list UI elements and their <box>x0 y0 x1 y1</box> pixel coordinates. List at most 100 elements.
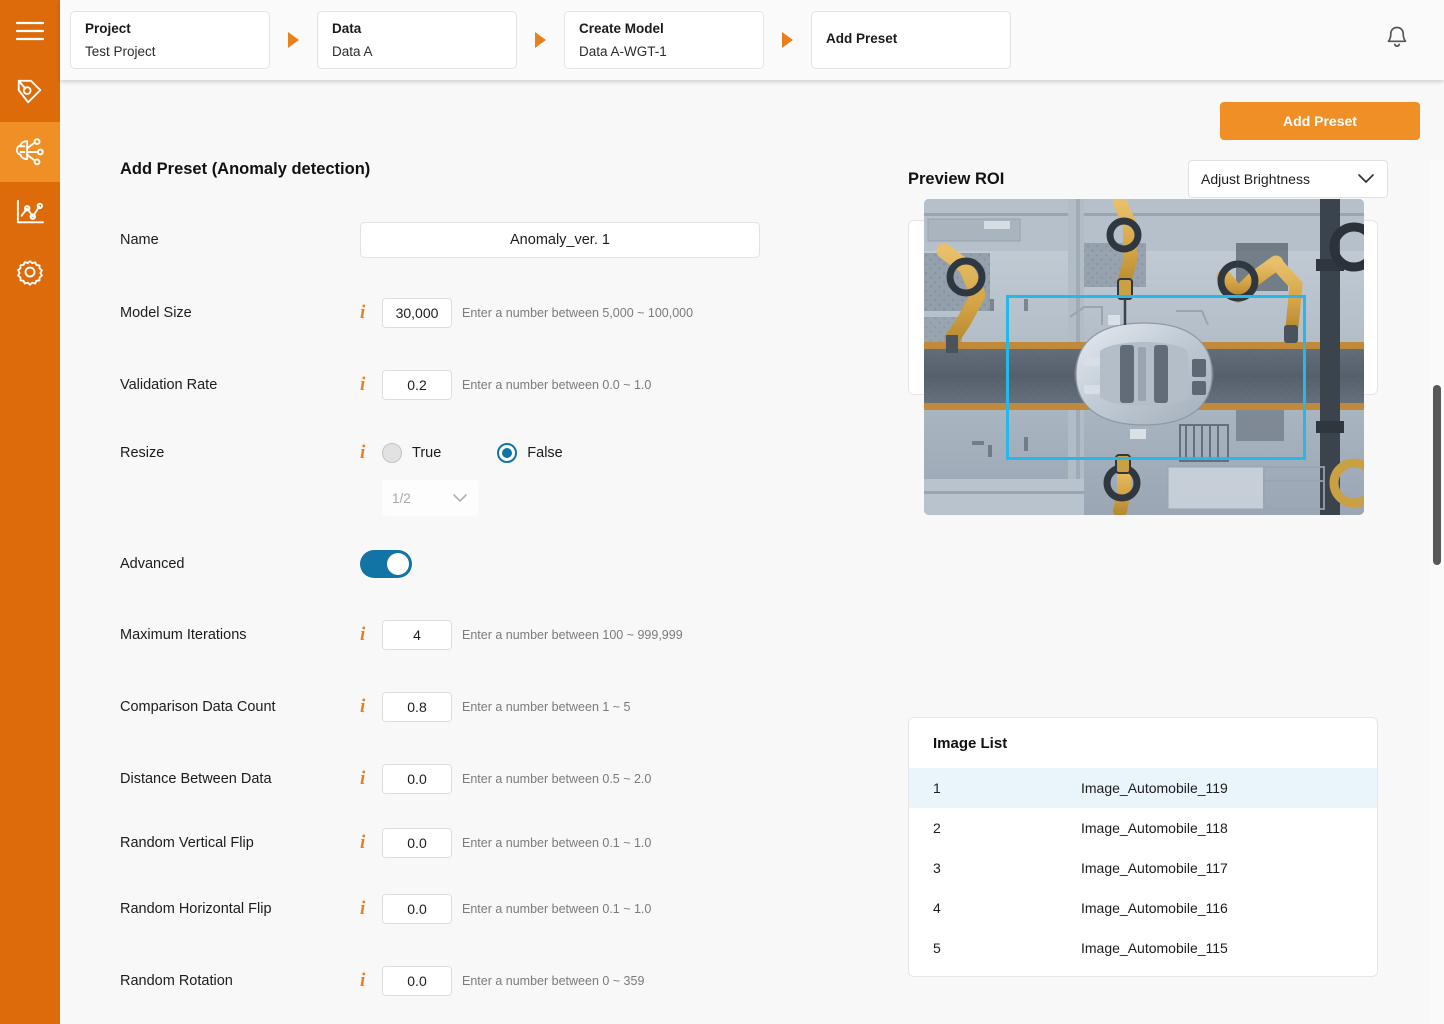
breadcrumb-arrow-icon <box>535 32 546 48</box>
field-hint-model-size: Enter a number between 5,000 ~ 100,000 <box>462 306 694 320</box>
info-icon[interactable]: i <box>360 624 382 646</box>
field-label-random-horizontal-flip: Random Horizontal Flip <box>120 901 272 917</box>
adjust-brightness-select[interactable]: Adjust Brightness <box>1188 160 1388 198</box>
image-index: 2 <box>933 820 941 836</box>
info-icon[interactable]: i <box>360 696 382 718</box>
image-name: Image_Automobile_119 <box>1081 780 1228 796</box>
breadcrumb-title: Create Model <box>579 20 664 36</box>
sidebar-item-model[interactable] <box>0 122 60 182</box>
field-row-maximum-iterations: Maximum Iterations i Enter a number betw… <box>120 620 910 650</box>
image-index: 3 <box>933 860 941 876</box>
list-item[interactable]: 5 Image_Automobile_115 <box>909 928 1377 968</box>
resize-radio-true[interactable]: True <box>382 443 441 463</box>
chevron-down-icon <box>452 491 468 506</box>
chevron-down-icon <box>1357 171 1375 187</box>
field-label-random-vertical-flip: Random Vertical Flip <box>120 835 254 851</box>
sidebar <box>0 0 60 1024</box>
info-icon[interactable]: i <box>360 302 382 324</box>
roi-selection-rectangle[interactable] <box>1006 295 1306 460</box>
list-item[interactable]: 1 Image_Automobile_119 <box>909 768 1377 808</box>
top-header: Project Test Project Data Data A Create … <box>60 0 1444 80</box>
radio-indicator <box>382 443 402 463</box>
image-name: Image_Automobile_117 <box>1081 860 1228 876</box>
image-name: Image_Automobile_116 <box>1081 900 1228 916</box>
field-label-comparison-data-count: Comparison Data Count <box>120 699 276 715</box>
field-row-distance-between-data: Distance Between Data i Enter a number b… <box>120 764 910 794</box>
resize-radio-false[interactable]: False <box>497 443 563 463</box>
list-item[interactable]: 2 Image_Automobile_118 <box>909 808 1377 848</box>
maximum-iterations-input[interactable] <box>382 620 452 650</box>
notification-button[interactable] <box>1380 23 1414 57</box>
notification-bell-icon <box>1385 25 1409 56</box>
page-scrollbar-thumb[interactable] <box>1433 385 1441 565</box>
info-icon[interactable]: i <box>360 768 382 790</box>
ai-brain-icon <box>14 137 46 167</box>
breadcrumb-item-project[interactable]: Project Test Project <box>70 11 270 69</box>
page-scrollbar-track[interactable] <box>1430 160 1444 1024</box>
distance-between-data-input[interactable] <box>382 764 452 794</box>
line-chart-icon <box>15 198 45 226</box>
field-hint-maximum-iterations: Enter a number between 100 ~ 999,999 <box>462 628 683 642</box>
validation-rate-input[interactable] <box>382 370 452 400</box>
breadcrumb-item-add-preset[interactable]: Add Preset <box>811 11 1011 69</box>
info-icon[interactable]: i <box>360 374 382 396</box>
image-index: 1 <box>933 780 941 796</box>
resize-radio-group: True False <box>382 443 563 463</box>
field-row-random-vertical-flip: Random Vertical Flip i Enter a number be… <box>120 828 910 858</box>
field-row-model-size: Model Size i Enter a number between 5,00… <box>120 298 910 328</box>
field-label-maximum-iterations: Maximum Iterations <box>120 627 247 643</box>
random-vertical-flip-input[interactable] <box>382 828 452 858</box>
resize-ratio-value: 1/2 <box>392 490 411 506</box>
image-index: 4 <box>933 900 941 916</box>
advanced-toggle[interactable] <box>360 550 412 578</box>
field-label-validation-rate: Validation Rate <box>120 377 218 393</box>
info-icon[interactable]: i <box>360 970 382 992</box>
add-preset-button[interactable]: Add Preset <box>1220 102 1420 140</box>
field-row-name: Name <box>120 222 910 258</box>
breadcrumb-item-create-model[interactable]: Create Model Data A-WGT-1 <box>564 11 764 69</box>
field-label-random-rotation: Random Rotation <box>120 973 233 989</box>
image-index: 5 <box>933 940 941 956</box>
image-list-title: Image List <box>933 734 1008 752</box>
image-list-card: Image List 1 Image_Automobile_119 2 Imag… <box>908 717 1378 977</box>
sidebar-item-menu-toggle[interactable] <box>0 0 60 62</box>
name-input[interactable] <box>360 222 760 258</box>
sidebar-item-analytics[interactable] <box>0 182 60 242</box>
page-title: Add Preset (Anomaly detection) <box>120 160 371 178</box>
breadcrumb-item-data[interactable]: Data Data A <box>317 11 517 69</box>
resize-radio-false-label: False <box>527 445 563 461</box>
random-horizontal-flip-input[interactable] <box>382 894 452 924</box>
field-label-name: Name <box>120 232 159 248</box>
field-row-resize-ratio: 1/2 <box>120 480 910 516</box>
gear-icon <box>15 257 45 287</box>
list-item[interactable]: 3 Image_Automobile_117 <box>909 848 1377 888</box>
resize-ratio-select[interactable]: 1/2 <box>382 480 478 516</box>
image-name: Image_Automobile_115 <box>1081 940 1228 956</box>
preview-title: Preview ROI <box>908 170 1005 188</box>
pen-tool-icon <box>15 77 45 107</box>
breadcrumb-title: Add Preset <box>826 30 898 46</box>
field-row-random-rotation: Random Rotation i Enter a number between… <box>120 966 910 996</box>
sidebar-item-annotation[interactable] <box>0 62 60 122</box>
field-label-distance-between-data: Distance Between Data <box>120 771 272 787</box>
info-icon[interactable]: i <box>360 442 382 464</box>
breadcrumb-title: Project <box>85 20 131 36</box>
info-icon[interactable]: i <box>360 898 382 920</box>
field-label-advanced: Advanced <box>120 556 185 572</box>
breadcrumb-arrow-icon <box>288 32 299 48</box>
comparison-data-count-input[interactable] <box>382 692 452 722</box>
field-row-validation-rate: Validation Rate i Enter a number between… <box>120 370 910 400</box>
list-item[interactable]: 4 Image_Automobile_116 <box>909 888 1377 928</box>
sidebar-item-settings[interactable] <box>0 242 60 302</box>
preview-image[interactable] <box>924 199 1364 515</box>
random-rotation-input[interactable] <box>382 966 452 996</box>
field-hint-validation-rate: Enter a number between 0.0 ~ 1.0 <box>462 378 652 392</box>
info-icon[interactable]: i <box>360 832 382 854</box>
field-hint-random-vertical-flip: Enter a number between 0.1 ~ 1.0 <box>462 836 652 850</box>
hamburger-menu-icon <box>15 20 45 42</box>
field-label-resize: Resize <box>120 445 165 461</box>
field-row-resize: Resize i True False <box>120 442 910 464</box>
field-label-model-size: Model Size <box>120 305 192 321</box>
model-size-input[interactable] <box>382 298 452 328</box>
resize-radio-true-label: True <box>412 445 442 461</box>
